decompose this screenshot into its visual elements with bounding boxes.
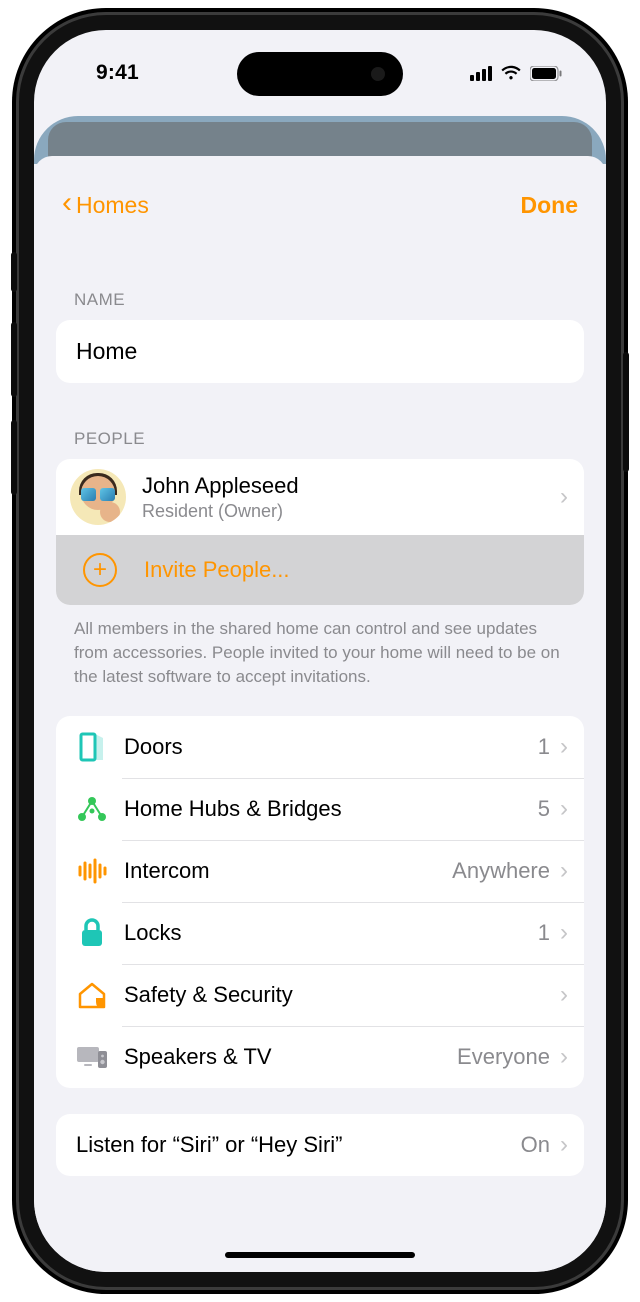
row-value: Everyone	[457, 1044, 560, 1070]
door-icon	[74, 729, 110, 765]
siri-row[interactable]: Listen for “Siri” or “Hey Siri” On ›	[56, 1114, 584, 1176]
battery-icon	[530, 66, 562, 81]
settings-sheet: ‹ Homes Done NAME PEOPLE	[34, 156, 606, 1272]
cellular-signal-icon	[470, 65, 492, 81]
invite-label: Invite People...	[128, 557, 290, 583]
chevron-right-icon: ›	[560, 795, 568, 823]
siri-card: Listen for “Siri” or “Hey Siri” On ›	[56, 1114, 584, 1176]
categories-card: Doors 1 › Home Hubs & Bridges 5 ›	[56, 716, 584, 1088]
speakers-row[interactable]: Speakers & TV Everyone ›	[56, 1026, 584, 1088]
back-label: Homes	[76, 192, 149, 219]
people-footer-text: All members in the shared home can contr…	[56, 605, 584, 688]
status-time: 9:41	[74, 61, 139, 85]
locks-row[interactable]: Locks 1 ›	[56, 902, 584, 964]
row-value: 1	[538, 920, 560, 946]
volume-down-button	[11, 420, 17, 495]
row-label: Safety & Security	[110, 982, 550, 1008]
siri-label: Listen for “Siri” or “Hey Siri”	[76, 1132, 521, 1158]
people-section-header: PEOPLE	[56, 429, 584, 459]
tv-speaker-icon	[74, 1039, 110, 1075]
chevron-right-icon: ›	[560, 919, 568, 947]
chevron-left-icon: ‹	[62, 188, 72, 218]
row-value: 1	[538, 734, 560, 760]
home-name-input[interactable]	[56, 320, 584, 383]
chevron-right-icon: ›	[560, 981, 568, 1009]
chevron-right-icon: ›	[560, 483, 568, 511]
screen: 9:41 ‹ Homes Done	[34, 30, 606, 1272]
person-row[interactable]: John Appleseed Resident (Owner) ›	[56, 459, 584, 535]
safety-row[interactable]: Safety & Security ›	[56, 964, 584, 1026]
hubs-row[interactable]: Home Hubs & Bridges 5 ›	[56, 778, 584, 840]
waveform-icon	[74, 853, 110, 889]
invite-people-button[interactable]: + Invite People...	[56, 535, 584, 605]
nav-bar: ‹ Homes Done	[56, 156, 584, 230]
person-name: John Appleseed	[142, 473, 560, 499]
status-icons	[470, 65, 566, 81]
row-value: 5	[538, 796, 560, 822]
person-role: Resident (Owner)	[142, 501, 560, 522]
row-label: Intercom	[110, 858, 452, 884]
volume-up-button	[11, 322, 17, 397]
avatar	[70, 469, 126, 525]
chevron-right-icon: ›	[560, 1131, 568, 1159]
name-card	[56, 320, 584, 383]
row-value: Anywhere	[452, 858, 560, 884]
intercom-row[interactable]: Intercom Anywhere ›	[56, 840, 584, 902]
row-label: Locks	[110, 920, 538, 946]
chevron-right-icon: ›	[560, 857, 568, 885]
power-button	[623, 352, 629, 472]
doors-row[interactable]: Doors 1 ›	[56, 716, 584, 778]
people-card: John Appleseed Resident (Owner) › + Invi…	[56, 459, 584, 605]
back-button[interactable]: ‹ Homes	[62, 192, 149, 219]
device-frame: 9:41 ‹ Homes Done	[16, 12, 624, 1290]
dynamic-island	[237, 52, 403, 96]
row-label: Speakers & TV	[110, 1044, 457, 1070]
mute-switch	[11, 252, 17, 292]
siri-value: On	[521, 1132, 560, 1158]
lock-icon	[74, 915, 110, 951]
house-shield-icon	[74, 977, 110, 1013]
chevron-right-icon: ›	[560, 733, 568, 761]
row-label: Doors	[110, 734, 538, 760]
row-label: Home Hubs & Bridges	[110, 796, 538, 822]
name-section-header: NAME	[56, 290, 584, 320]
network-icon	[74, 791, 110, 827]
done-button[interactable]: Done	[521, 192, 579, 219]
chevron-right-icon: ›	[560, 1043, 568, 1071]
wifi-icon	[500, 65, 522, 81]
home-indicator[interactable]	[225, 1252, 415, 1258]
plus-icon: +	[83, 553, 117, 587]
